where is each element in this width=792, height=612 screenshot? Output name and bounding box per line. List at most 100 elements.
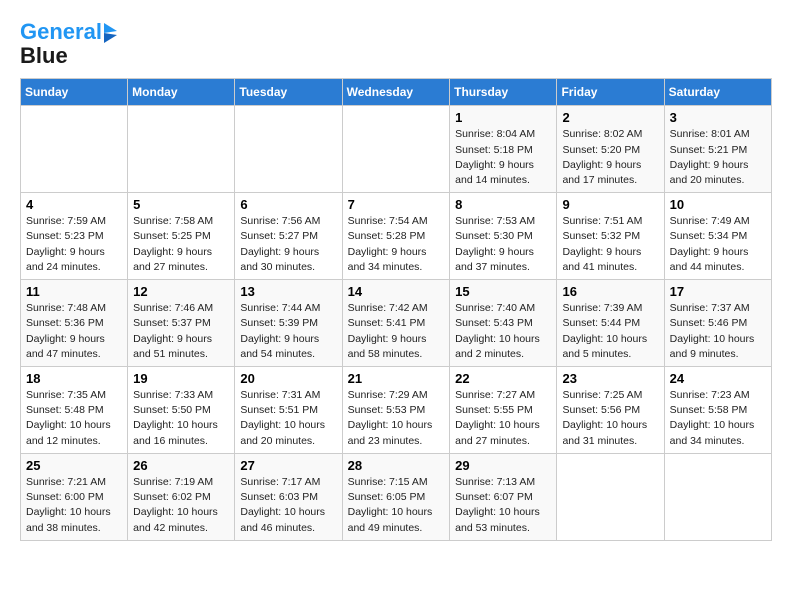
calendar-cell: 18Sunrise: 7:35 AM Sunset: 5:48 PM Dayli… — [21, 367, 128, 454]
day-number: 29 — [455, 458, 551, 473]
day-info: Sunrise: 7:17 AM Sunset: 6:03 PM Dayligh… — [240, 475, 336, 536]
calendar-cell: 17 Sunrise: 7:37 AM Sunset: 5:46 PM Dayli… — [664, 280, 771, 367]
day-info: Sunrise: 8:04 AM Sunset: 5:18 PM Dayligh… — [455, 127, 551, 188]
day-info: Sunrise: 7:51 AM Sunset: 5:32 PM Dayligh… — [562, 214, 658, 275]
day-number: 27 — [240, 458, 336, 473]
calendar-cell — [128, 106, 235, 193]
calendar-cell: 4Sunrise: 7:59 AM Sunset: 5:23 PM Daylig… — [21, 193, 128, 280]
calendar-cell: 16 Sunrise: 7:39 AM Sunset: 5:44 PM Dayli… — [557, 280, 664, 367]
calendar-cell: 15 Sunrise: 7:40 AM Sunset: 5:43 PM Dayli… — [450, 280, 557, 367]
day-number: 28 — [348, 458, 445, 473]
day-info: Sunrise: 7:21 AM Sunset: 6:00 PM Dayligh… — [26, 475, 122, 536]
day-info: Sunrise: 7:33 AM Sunset: 5:50 PM Dayligh… — [133, 388, 229, 449]
col-header-friday: Friday — [557, 79, 664, 106]
day-number: 12 — [133, 284, 229, 299]
day-info: Sunrise: 7:23 AM Sunset: 5:58 PM Dayligh… — [670, 388, 766, 449]
day-number: 26 — [133, 458, 229, 473]
day-info: Sunrise: 7:39 AM Sunset: 5:44 PM Dayligh… — [562, 301, 658, 362]
calendar-cell — [342, 106, 450, 193]
day-info: Sunrise: 7:53 AM Sunset: 5:30 PM Dayligh… — [455, 214, 551, 275]
calendar-cell: 20 Sunrise: 7:31 AM Sunset: 5:51 PM Dayli… — [235, 367, 342, 454]
day-number: 11 — [26, 284, 122, 299]
day-number: 19 — [133, 371, 229, 386]
day-number: 21 — [348, 371, 445, 386]
calendar-cell: 28Sunrise: 7:15 AM Sunset: 6:05 PM Dayli… — [342, 453, 450, 540]
logo-text: General — [20, 20, 102, 44]
calendar-cell — [21, 106, 128, 193]
day-info: Sunrise: 8:02 AM Sunset: 5:20 PM Dayligh… — [562, 127, 658, 188]
calendar-cell: 5 Sunrise: 7:58 AM Sunset: 5:25 PM Daylig… — [128, 193, 235, 280]
day-info: Sunrise: 7:44 AM Sunset: 5:39 PM Dayligh… — [240, 301, 336, 362]
col-header-sunday: Sunday — [21, 79, 128, 106]
logo-text2: Blue — [20, 44, 117, 68]
col-header-tuesday: Tuesday — [235, 79, 342, 106]
day-number: 23 — [562, 371, 658, 386]
day-number: 6 — [240, 197, 336, 212]
day-number: 3 — [670, 110, 766, 125]
day-info: Sunrise: 8:01 AM Sunset: 5:21 PM Dayligh… — [670, 127, 766, 188]
page-header: General Blue — [20, 20, 772, 68]
day-number: 2 — [562, 110, 658, 125]
day-number: 7 — [348, 197, 445, 212]
day-number: 17 — [670, 284, 766, 299]
day-info: Sunrise: 7:48 AM Sunset: 5:36 PM Dayligh… — [26, 301, 122, 362]
calendar-cell: 12 Sunrise: 7:46 AM Sunset: 5:37 PM Dayli… — [128, 280, 235, 367]
calendar-cell: 10Sunrise: 7:49 AM Sunset: 5:34 PM Dayli… — [664, 193, 771, 280]
calendar-cell: 23 Sunrise: 7:25 AM Sunset: 5:56 PM Dayli… — [557, 367, 664, 454]
week-row-5: 25Sunrise: 7:21 AM Sunset: 6:00 PM Dayli… — [21, 453, 772, 540]
day-info: Sunrise: 7:31 AM Sunset: 5:51 PM Dayligh… — [240, 388, 336, 449]
day-number: 1 — [455, 110, 551, 125]
calendar-cell: 2 Sunrise: 8:02 AM Sunset: 5:20 PM Daylig… — [557, 106, 664, 193]
calendar-cell: 26 Sunrise: 7:19 AM Sunset: 6:02 PM Dayli… — [128, 453, 235, 540]
day-info: Sunrise: 7:29 AM Sunset: 5:53 PM Dayligh… — [348, 388, 445, 449]
day-info: Sunrise: 7:19 AM Sunset: 6:02 PM Dayligh… — [133, 475, 229, 536]
day-number: 22 — [455, 371, 551, 386]
day-info: Sunrise: 7:59 AM Sunset: 5:23 PM Dayligh… — [26, 214, 122, 275]
calendar-cell: 9 Sunrise: 7:51 AM Sunset: 5:32 PM Daylig… — [557, 193, 664, 280]
day-info: Sunrise: 7:25 AM Sunset: 5:56 PM Dayligh… — [562, 388, 658, 449]
logo: General Blue — [20, 20, 117, 68]
calendar-cell — [235, 106, 342, 193]
day-number: 5 — [133, 197, 229, 212]
calendar-cell — [664, 453, 771, 540]
col-header-monday: Monday — [128, 79, 235, 106]
week-row-4: 18Sunrise: 7:35 AM Sunset: 5:48 PM Dayli… — [21, 367, 772, 454]
day-number: 9 — [562, 197, 658, 212]
calendar-cell — [557, 453, 664, 540]
day-info: Sunrise: 7:40 AM Sunset: 5:43 PM Dayligh… — [455, 301, 551, 362]
day-info: Sunrise: 7:54 AM Sunset: 5:28 PM Dayligh… — [348, 214, 445, 275]
day-info: Sunrise: 7:49 AM Sunset: 5:34 PM Dayligh… — [670, 214, 766, 275]
day-info: Sunrise: 7:27 AM Sunset: 5:55 PM Dayligh… — [455, 388, 551, 449]
calendar-cell: 1 Sunrise: 8:04 AM Sunset: 5:18 PM Daylig… — [450, 106, 557, 193]
week-row-1: 1 Sunrise: 8:04 AM Sunset: 5:18 PM Daylig… — [21, 106, 772, 193]
calendar-table: SundayMondayTuesdayWednesdayThursdayFrid… — [20, 78, 772, 540]
day-info: Sunrise: 7:56 AM Sunset: 5:27 PM Dayligh… — [240, 214, 336, 275]
day-info: Sunrise: 7:37 AM Sunset: 5:46 PM Dayligh… — [670, 301, 766, 362]
week-row-2: 4Sunrise: 7:59 AM Sunset: 5:23 PM Daylig… — [21, 193, 772, 280]
col-header-wednesday: Wednesday — [342, 79, 450, 106]
calendar-cell: 14 Sunrise: 7:42 AM Sunset: 5:41 PM Dayli… — [342, 280, 450, 367]
calendar-cell: 19 Sunrise: 7:33 AM Sunset: 5:50 PM Dayli… — [128, 367, 235, 454]
calendar-cell: 22 Sunrise: 7:27 AM Sunset: 5:55 PM Dayli… — [450, 367, 557, 454]
col-header-thursday: Thursday — [450, 79, 557, 106]
day-number: 14 — [348, 284, 445, 299]
day-number: 16 — [562, 284, 658, 299]
day-number: 13 — [240, 284, 336, 299]
calendar-cell: 29 Sunrise: 7:13 AM Sunset: 6:07 PM Dayli… — [450, 453, 557, 540]
day-number: 18 — [26, 371, 122, 386]
day-info: Sunrise: 7:46 AM Sunset: 5:37 PM Dayligh… — [133, 301, 229, 362]
day-number: 8 — [455, 197, 551, 212]
calendar-cell: 25Sunrise: 7:21 AM Sunset: 6:00 PM Dayli… — [21, 453, 128, 540]
calendar-cell: 13 Sunrise: 7:44 AM Sunset: 5:39 PM Dayli… — [235, 280, 342, 367]
day-info: Sunrise: 7:42 AM Sunset: 5:41 PM Dayligh… — [348, 301, 445, 362]
calendar-cell: 8 Sunrise: 7:53 AM Sunset: 5:30 PM Daylig… — [450, 193, 557, 280]
calendar-cell: 6 Sunrise: 7:56 AM Sunset: 5:27 PM Daylig… — [235, 193, 342, 280]
day-number: 20 — [240, 371, 336, 386]
day-info: Sunrise: 7:58 AM Sunset: 5:25 PM Dayligh… — [133, 214, 229, 275]
week-row-3: 11 Sunrise: 7:48 AM Sunset: 5:36 PM Dayli… — [21, 280, 772, 367]
calendar-cell: 21 Sunrise: 7:29 AM Sunset: 5:53 PM Dayli… — [342, 367, 450, 454]
calendar-cell: 3 Sunrise: 8:01 AM Sunset: 5:21 PM Daylig… — [664, 106, 771, 193]
calendar-cell: 7 Sunrise: 7:54 AM Sunset: 5:28 PM Daylig… — [342, 193, 450, 280]
day-number: 15 — [455, 284, 551, 299]
day-info: Sunrise: 7:13 AM Sunset: 6:07 PM Dayligh… — [455, 475, 551, 536]
